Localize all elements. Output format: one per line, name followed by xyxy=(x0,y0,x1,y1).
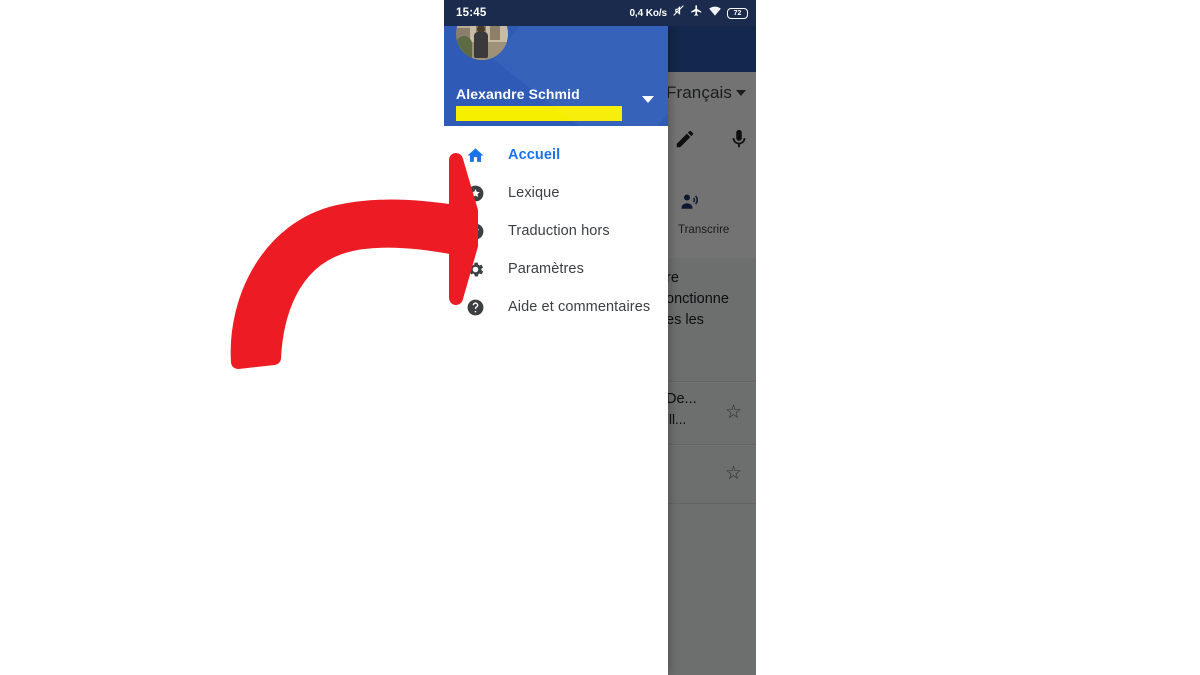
battery-icon: 72 xyxy=(727,7,748,19)
history-card-subline: ill... xyxy=(666,412,687,427)
history-card-line: re xyxy=(666,270,679,286)
status-bar-icons: 0,4 Ko/s 72 xyxy=(629,4,748,23)
history-card[interactable]: ☆ xyxy=(666,446,756,504)
account-name: Alexandre Schmid xyxy=(456,86,580,102)
drawer-item-label: Traduction hors xyxy=(508,223,610,239)
language-label: Français xyxy=(666,83,732,102)
phone-screen: Français Transcrire re onctionne es les … xyxy=(444,0,756,675)
red-curved-arrow xyxy=(228,150,483,370)
status-bar: 15:45 0,4 Ko/s 72 xyxy=(444,0,756,26)
chevron-down-icon xyxy=(736,90,746,96)
wifi-icon xyxy=(708,4,722,23)
history-card[interactable]: De... ill... ☆ xyxy=(666,383,756,445)
drawer-item-label: Accueil xyxy=(508,147,561,163)
history-card[interactable]: re onctionne es les xyxy=(666,258,756,382)
battery-level-label: 72 xyxy=(733,9,742,17)
drawer-item-label: Aide et commentaires xyxy=(508,299,651,315)
airplane-icon xyxy=(690,4,703,22)
chevron-down-icon[interactable] xyxy=(642,96,654,103)
data-rate-label: 0,4 Ko/s xyxy=(629,7,667,19)
history-card-line: onctionne xyxy=(666,291,729,307)
drawer-item-label: Lexique xyxy=(508,185,560,201)
microphone-icon[interactable] xyxy=(728,128,750,155)
status-bar-clock: 15:45 xyxy=(456,7,487,19)
history-card-line: De... xyxy=(666,391,697,407)
history-card-line: es les xyxy=(666,312,704,328)
handwriting-pen-icon[interactable] xyxy=(674,128,696,155)
history-list-background xyxy=(666,504,756,675)
star-outline-icon[interactable]: ☆ xyxy=(725,464,742,483)
drawer-item-label: Paramètres xyxy=(508,261,584,277)
mute-icon xyxy=(672,4,685,22)
transcribe-label: Transcrire xyxy=(678,224,730,236)
star-outline-icon[interactable]: ☆ xyxy=(725,403,742,422)
screenshot-canvas: Français Transcrire re onctionne es les … xyxy=(0,0,1200,675)
redacted-email-bar xyxy=(456,106,622,121)
person-speaking-icon xyxy=(678,190,702,219)
